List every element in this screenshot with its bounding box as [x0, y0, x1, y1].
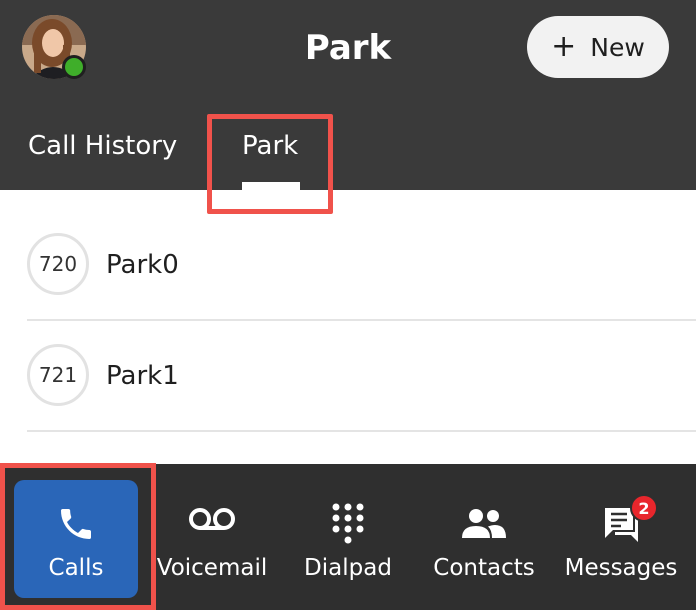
- list-divider: [27, 430, 696, 432]
- nav-item-voicemail[interactable]: Voicemail: [152, 464, 272, 610]
- app-header: Park + New Call History Park: [0, 0, 696, 214]
- extension-badge: 721: [27, 344, 89, 406]
- new-button-label: New: [590, 32, 645, 62]
- plus-icon: +: [551, 29, 577, 64]
- park-name: Park1: [106, 361, 179, 391]
- voicemail-icon: [187, 504, 237, 538]
- nav-label-voicemail: Voicemail: [156, 555, 268, 581]
- park-list-item[interactable]: 720 Park0: [0, 210, 696, 320]
- highlight-box-calls: [0, 463, 156, 610]
- new-button[interactable]: + New: [527, 16, 669, 78]
- highlight-box-park-tab: [207, 114, 333, 214]
- nav-item-dialpad[interactable]: Dialpad: [290, 464, 406, 610]
- extension-badge: 720: [27, 233, 89, 295]
- nav-label-messages: Messages: [564, 555, 678, 581]
- park-list-item[interactable]: 721 Park1: [0, 321, 696, 431]
- tab-call-history[interactable]: Call History: [28, 126, 177, 166]
- nav-label-dialpad: Dialpad: [304, 555, 392, 581]
- nav-item-contacts[interactable]: Contacts: [426, 464, 542, 610]
- contacts-icon: [461, 508, 507, 542]
- messages-unread-badge: 2: [630, 494, 658, 522]
- nav-item-messages[interactable]: Messages: [560, 464, 682, 610]
- park-name: Park0: [106, 250, 179, 280]
- dialpad-icon: [330, 502, 366, 552]
- nav-label-contacts: Contacts: [433, 555, 535, 581]
